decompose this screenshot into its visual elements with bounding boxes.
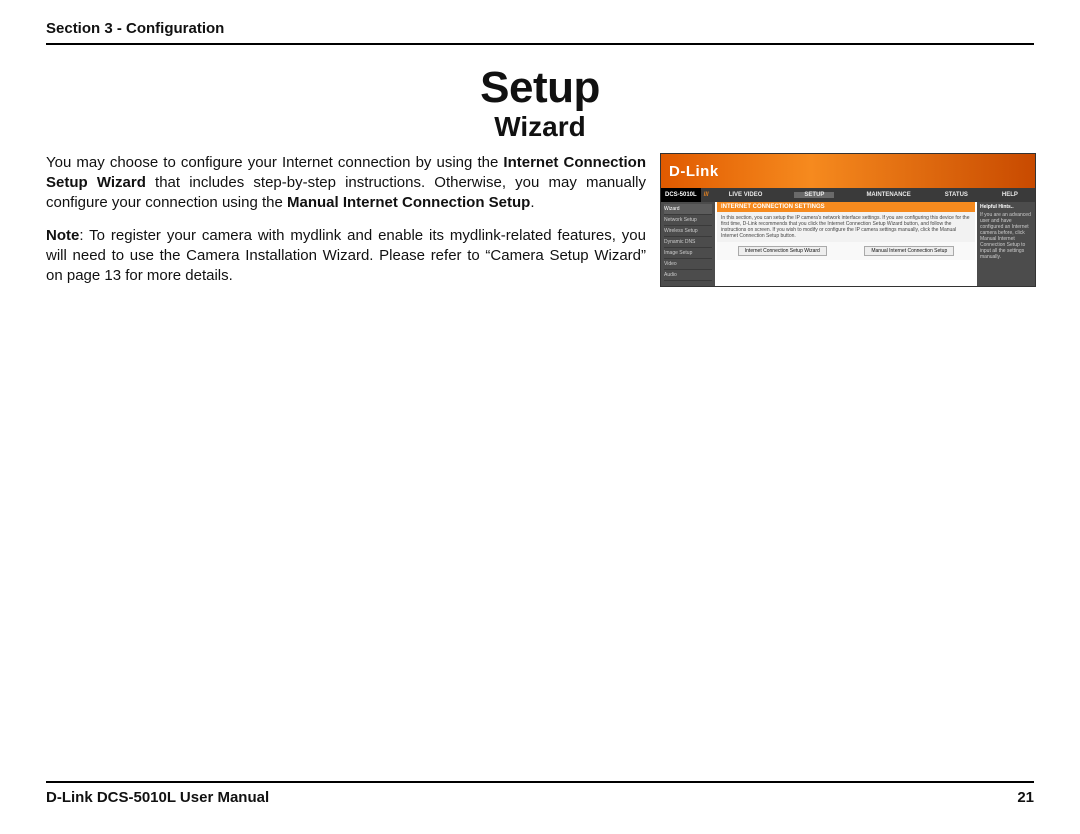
brand-banner: D-Link (661, 154, 1035, 188)
brand-logo-text: D-Link (669, 163, 719, 180)
panel-title: INTERNET CONNECTION SETTINGS (717, 202, 975, 212)
hints-text: If you are an advanced user and have con… (980, 212, 1032, 260)
tab-live-video[interactable]: LIVE VIDEO (727, 192, 765, 198)
nav-bar: DCS-5010L /// LIVE VIDEO SETUP MAINTENAN… (661, 188, 1035, 202)
router-ui-screenshot: D-Link DCS-5010L /// LIVE VIDEO SETUP MA… (660, 153, 1036, 287)
p1-bold2: Manual Internet Connection Setup (287, 194, 530, 211)
p2-note-label: Note (46, 227, 79, 244)
tab-help[interactable]: HELP (1000, 192, 1020, 198)
decorative-slashes: /// (701, 192, 712, 198)
body-text-column: You may choose to configure your Interne… (46, 153, 646, 300)
footer-page-number: 21 (1017, 789, 1034, 806)
panel-description: In this section, you can setup the IP ca… (717, 212, 975, 242)
screenshot-column: D-Link DCS-5010L /// LIVE VIDEO SETUP MA… (660, 153, 1036, 300)
sidebar-item-video[interactable]: Video (664, 259, 712, 270)
sidebar-item-wireless-setup[interactable]: Wireless Setup (664, 226, 712, 237)
page-footer: D-Link DCS-5010L User Manual 21 (46, 781, 1034, 806)
panel-button-row: Internet Connection Setup Wizard Manual … (717, 242, 975, 260)
page-title: Setup (46, 63, 1034, 113)
tab-setup[interactable]: SETUP (794, 192, 834, 198)
p2-rest: : To register your camera with mydlink a… (46, 227, 646, 284)
nav-tabs: LIVE VIDEO SETUP MAINTENANCE STATUS HELP (712, 192, 1035, 198)
p1-pre: You may choose to configure your Interne… (46, 154, 503, 171)
page-subtitle: Wizard (46, 111, 1034, 143)
main-panel: INTERNET CONNECTION SETTINGS In this sec… (715, 202, 977, 286)
section-header: Section 3 - Configuration (46, 20, 1034, 45)
model-label: DCS-5010L (661, 188, 701, 202)
paragraph-2: Note: To register your camera with mydli… (46, 226, 646, 285)
paragraph-1: You may choose to configure your Interne… (46, 153, 646, 212)
p1-post: . (530, 194, 534, 211)
sidebar: Wizard Network Setup Wireless Setup Dyna… (661, 202, 715, 286)
hints-panel: Helpful Hints.. If you are an advanced u… (977, 202, 1035, 286)
footer-manual-name: D-Link DCS-5010L User Manual (46, 789, 269, 806)
manual-internet-connection-setup-button[interactable]: Manual Internet Connection Setup (864, 246, 954, 256)
tab-maintenance[interactable]: MAINTENANCE (864, 192, 912, 198)
sidebar-item-network-setup[interactable]: Network Setup (664, 215, 712, 226)
sidebar-item-image-setup[interactable]: Image Setup (664, 248, 712, 259)
internet-connection-setup-wizard-button[interactable]: Internet Connection Setup Wizard (738, 246, 827, 256)
sidebar-item-audio[interactable]: Audio (664, 270, 712, 281)
sidebar-item-dynamic-dns[interactable]: Dynamic DNS (664, 237, 712, 248)
hints-title: Helpful Hints.. (980, 204, 1032, 212)
sidebar-item-wizard[interactable]: Wizard (664, 204, 712, 215)
tab-status[interactable]: STATUS (943, 192, 970, 198)
